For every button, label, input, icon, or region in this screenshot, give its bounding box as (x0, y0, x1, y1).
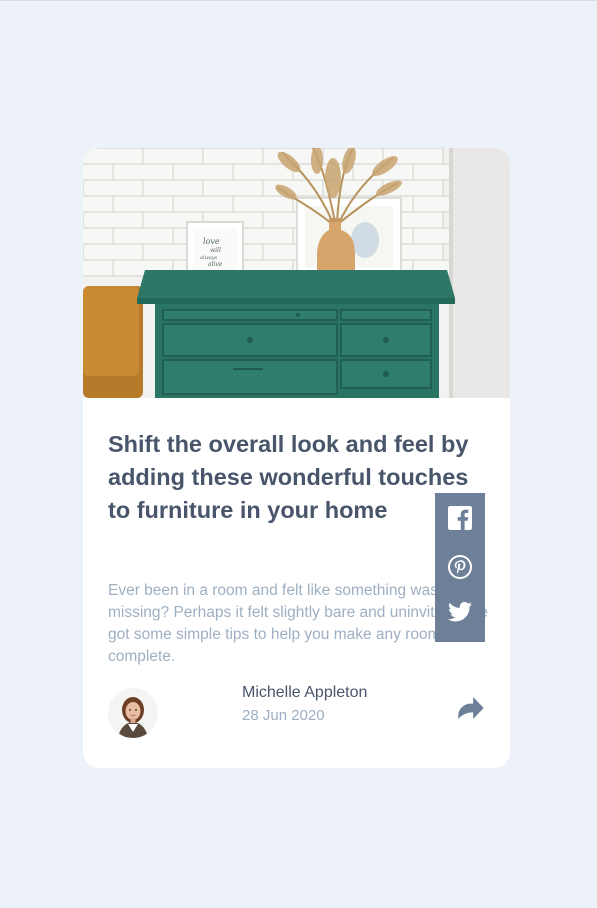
article-description: Ever been in a room and felt like someth… (108, 582, 488, 665)
frame-word-4: alive (208, 261, 223, 268)
pinterest-link[interactable] (448, 555, 472, 579)
author-portrait (108, 688, 158, 738)
facebook-link[interactable] (448, 506, 472, 530)
article-card: love will always alive Shift the overall… (83, 148, 510, 768)
facebook-icon (448, 506, 472, 530)
top-divider (0, 0, 597, 1)
frame-word-1: love (203, 237, 220, 246)
pinterest-icon (448, 555, 472, 579)
share-panel (435, 493, 485, 642)
share-button[interactable] (455, 692, 487, 724)
drawers-photo: love will always alive (83, 148, 510, 398)
author-name: Michelle Appleton (242, 684, 368, 701)
twitter-link[interactable] (448, 601, 472, 625)
frame-word-2: will (210, 247, 221, 254)
twitter-icon (448, 601, 472, 622)
avatar (108, 688, 158, 738)
share-arrow-icon (458, 697, 484, 719)
post-date: 28 Jun 2020 (242, 707, 325, 724)
